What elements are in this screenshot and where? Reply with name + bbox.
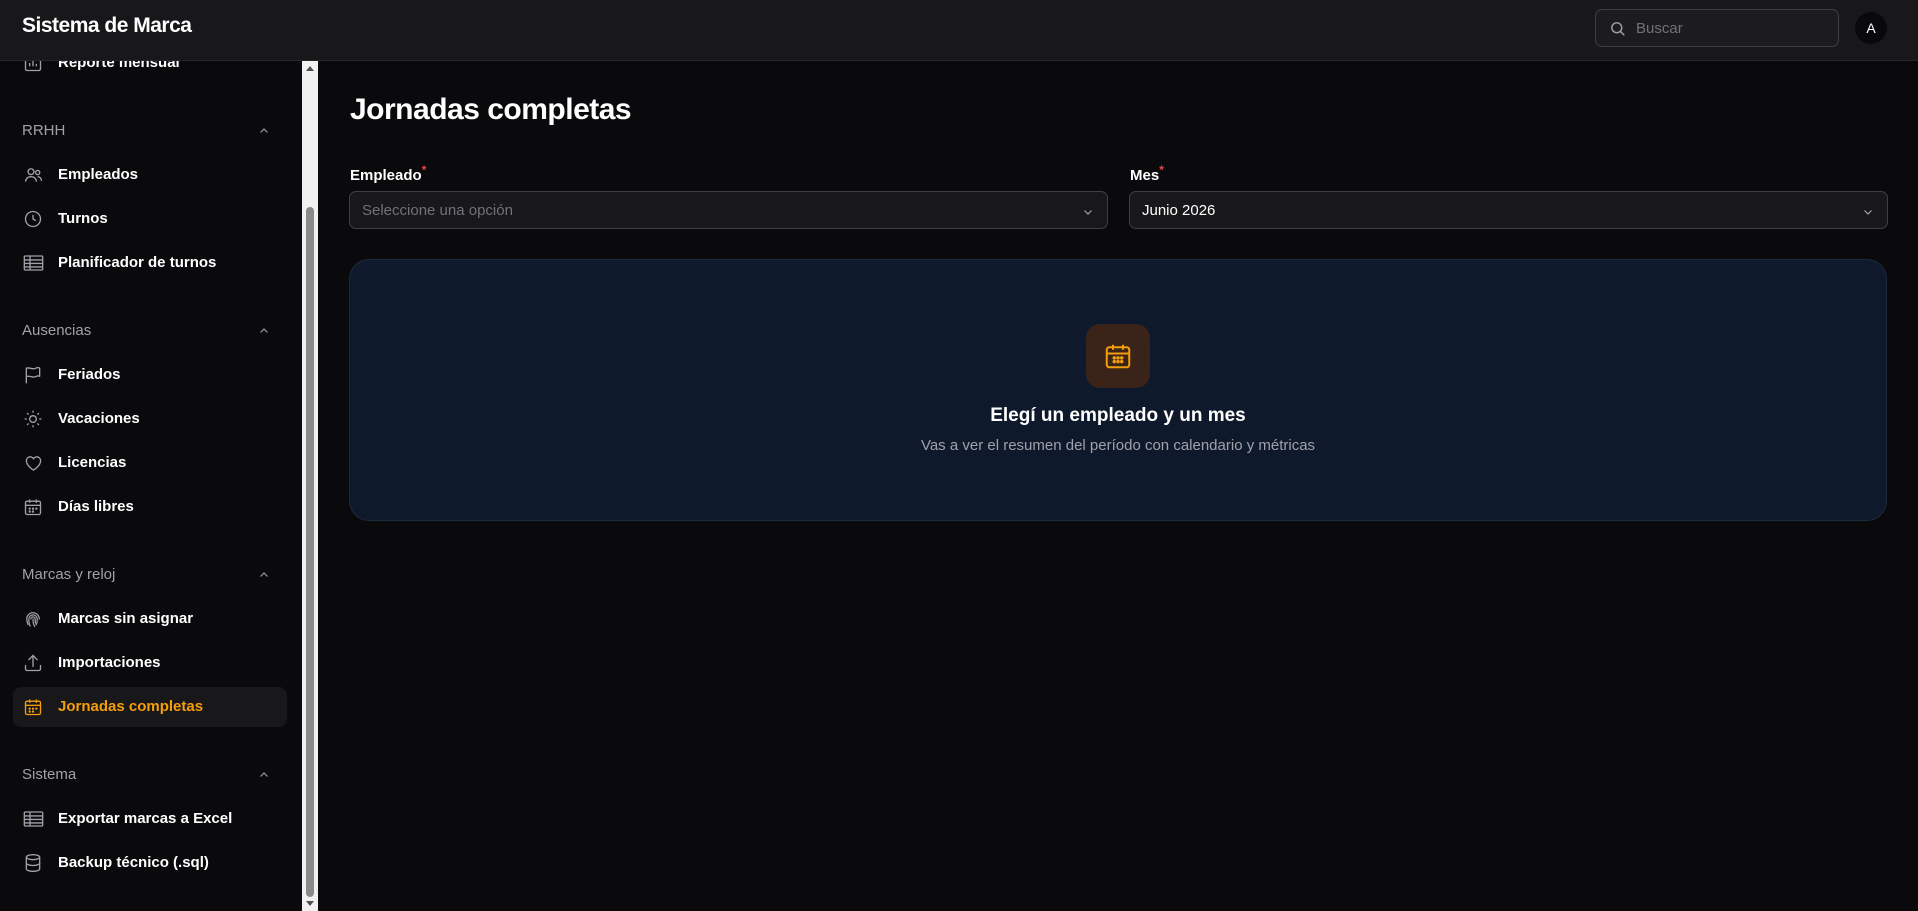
sidebar-item-label: Backup técnico (.sql) [58, 854, 209, 871]
sidebar-item-planificador-de-turnos[interactable]: Planificador de turnos [13, 243, 287, 283]
empty-state-subtitle: Vas a ver el resumen del período con cal… [920, 437, 1316, 454]
users-icon [22, 165, 44, 185]
sidebar-item-reporte-mensual[interactable]: Reporte mensual [13, 61, 287, 83]
chevron-up-icon [260, 772, 268, 777]
sidebar-item-label: Días libres [58, 498, 134, 515]
group-rrhh[interactable]: RRHH [22, 120, 280, 144]
sidebar-item-label: Empleados [58, 166, 139, 183]
fingerprint-icon [22, 609, 44, 629]
sidebar-item-label: Vacaciones [58, 410, 140, 427]
employee-label: Empleado* [350, 163, 426, 184]
search-box[interactable] [1595, 9, 1839, 47]
calendar-icon [1105, 344, 1131, 369]
top-bar: Sistema de Marca A [0, 0, 1918, 61]
table-icon [22, 809, 44, 829]
group-label: Marcas y reloj [22, 566, 116, 583]
sidebar-item-turnos[interactable]: Turnos [13, 199, 287, 239]
scroll-thumb[interactable] [306, 207, 314, 897]
sidebar-item-label: Marcas sin asignar [58, 610, 194, 627]
required-marker: * [421, 163, 427, 177]
flag-icon [22, 365, 44, 385]
table-icon [22, 253, 44, 273]
chevron-down-icon [1084, 210, 1092, 215]
scroll-down-arrow[interactable] [306, 901, 314, 906]
group-ausencias[interactable]: Ausencias [22, 320, 280, 344]
required-marker: * [1159, 163, 1164, 177]
group-marcas-y-reloj[interactable]: Marcas y reloj [22, 564, 280, 588]
empty-state-card: Elegí un empleado y un mes Vas a ver el … [349, 259, 1887, 521]
app-title[interactable]: Sistema de Marca [22, 14, 192, 38]
avatar[interactable]: A [1855, 12, 1887, 44]
empty-state-title: Elegí un empleado y un mes [990, 405, 1246, 426]
month-label-text: Mes [1130, 167, 1160, 184]
chevron-up-icon [260, 572, 268, 577]
group-label: RRHH [22, 122, 66, 139]
group-label: Ausencias [22, 322, 92, 339]
chevron-down-icon [1864, 210, 1872, 215]
sidebar-item-backup-tecnico[interactable]: Backup técnico (.sql) [13, 843, 287, 883]
search-icon [1611, 22, 1625, 36]
page-title: Jornadas completas [350, 93, 632, 126]
upload-icon [22, 653, 44, 673]
search-input[interactable] [1636, 10, 1831, 46]
calendar-icon [22, 497, 44, 517]
sidebar-item-importaciones[interactable]: Importaciones [13, 643, 287, 683]
sidebar-item-label: Turnos [58, 210, 108, 227]
sidebar-item-label: Exportar marcas a Excel [58, 810, 233, 827]
sidebar-item-label: Feriados [58, 366, 121, 383]
employee-label-text: Empleado [350, 167, 422, 184]
group-label: Sistema [22, 766, 77, 783]
sidebar-item-licencias[interactable]: Licencias [13, 443, 287, 483]
scroll-up-arrow[interactable] [306, 66, 314, 71]
month-select-value: Junio 2026 [1142, 202, 1216, 219]
sidebar-item-jornadas-completas[interactable]: Jornadas completas [13, 687, 287, 727]
employee-select[interactable]: Seleccione una opción [349, 191, 1108, 229]
database-icon [22, 853, 44, 873]
sidebar-item-vacaciones[interactable]: Vacaciones [13, 399, 287, 439]
main-content: Jornadas completas Empleado* Seleccione … [318, 61, 1918, 911]
chart-icon [22, 61, 44, 73]
calendar-icon [22, 697, 44, 717]
sidebar-scrollbar[interactable] [302, 61, 318, 911]
sidebar-item-label: Licencias [58, 454, 127, 471]
empty-state-icon-box [1086, 324, 1150, 388]
sun-icon [22, 409, 44, 429]
heart-icon [22, 453, 44, 473]
sidebar-item-label: Jornadas completas [58, 698, 204, 715]
clock-icon [22, 209, 44, 229]
employee-select-placeholder: Seleccione una opción [362, 202, 513, 219]
month-select[interactable]: Junio 2026 [1129, 191, 1888, 229]
sidebar-item-empleados[interactable]: Empleados [13, 155, 287, 195]
chevron-up-icon [260, 328, 268, 333]
sidebar-item-dias-libres[interactable]: Días libres [13, 487, 287, 527]
group-sistema[interactable]: Sistema [22, 764, 280, 788]
sidebar: Reporte mensual RRHH Empleados Turnos Pl… [0, 61, 302, 911]
sidebar-item-label: Importaciones [58, 654, 161, 671]
sidebar-item-marcas-sin-asignar[interactable]: Marcas sin asignar [13, 599, 287, 639]
chevron-up-icon [260, 128, 268, 133]
sidebar-item-label: Reporte mensual [58, 61, 180, 71]
sidebar-item-feriados[interactable]: Feriados [13, 355, 287, 395]
month-label: Mes* [1130, 163, 1164, 184]
sidebar-item-label: Planificador de turnos [58, 254, 217, 271]
sidebar-item-exportar-marcas-a-excel[interactable]: Exportar marcas a Excel [13, 799, 287, 839]
